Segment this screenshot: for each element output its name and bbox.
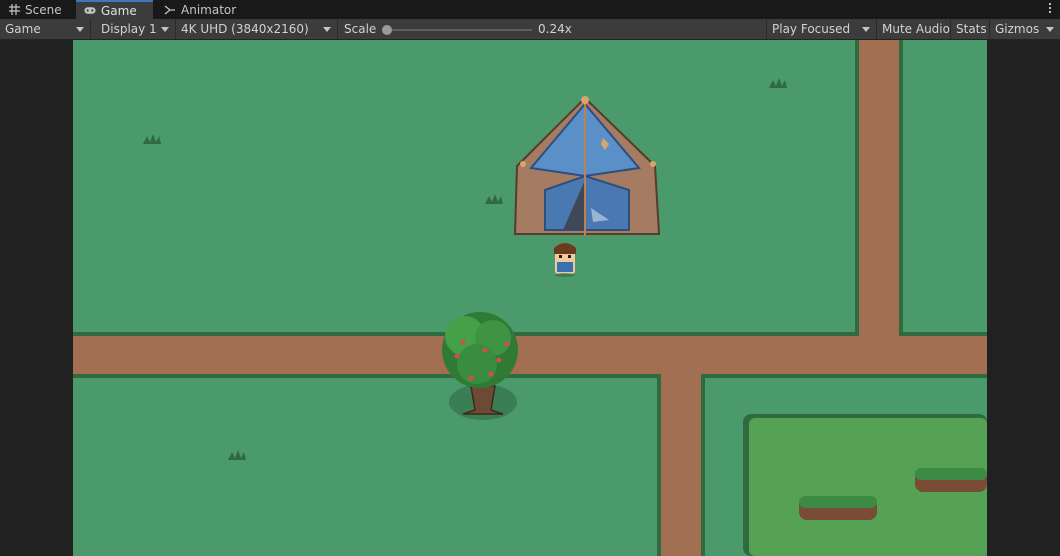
apple-tree-sprite [442, 312, 518, 420]
mute-audio-toggle[interactable]: Mute Audio [877, 19, 951, 39]
scale-label: Scale [339, 19, 387, 39]
game-scene [73, 40, 987, 556]
editor-tab-bar: Scene Game Animator [0, 0, 1060, 19]
chevron-down-icon [862, 27, 870, 32]
tab-animator[interactable]: Animator [156, 0, 240, 19]
play-focused-label: Play Focused [772, 22, 851, 36]
stats-toggle[interactable]: Stats [951, 19, 990, 39]
scale-label-text: Scale [344, 22, 377, 36]
grass-plateau [743, 414, 987, 556]
gizmos-label: Gizmos [995, 22, 1040, 36]
chevron-down-icon [76, 27, 84, 32]
play-focused-dropdown[interactable]: Play Focused [766, 19, 877, 39]
letterbox-right [987, 40, 1060, 556]
chevron-down-icon [323, 27, 331, 32]
resolution-label: 4K UHD (3840x2160) [181, 22, 309, 36]
tab-scene[interactable]: Scene [0, 0, 76, 19]
scale-value: 0.24x [533, 19, 585, 39]
scale-value-text: 0.24x [538, 22, 572, 36]
animator-icon [164, 4, 176, 16]
display-label: Display 1 [101, 22, 157, 36]
tab-animator-label: Animator [181, 2, 237, 17]
player-character [554, 243, 576, 277]
mute-audio-label: Mute Audio [882, 22, 950, 36]
letterbox-left [0, 40, 73, 556]
view-mode-dropdown[interactable]: Game [0, 19, 91, 39]
display-dropdown[interactable]: Display 1 [96, 19, 176, 39]
chevron-down-icon [1046, 27, 1054, 32]
tab-game-label: Game [101, 3, 137, 18]
tab-scene-label: Scene [25, 2, 62, 17]
gizmos-dropdown[interactable]: Gizmos [990, 19, 1060, 39]
resolution-dropdown[interactable]: 4K UHD (3840x2160) [176, 19, 338, 39]
view-mode-label: Game [5, 22, 41, 36]
scale-slider-handle[interactable] [382, 25, 392, 35]
more-options-icon[interactable] [1048, 3, 1052, 16]
gamepad-icon [84, 5, 96, 17]
tab-game[interactable]: Game [76, 0, 153, 19]
scale-slider-track[interactable] [386, 29, 532, 31]
chevron-down-icon [161, 27, 169, 32]
grid-icon [8, 4, 20, 16]
game-viewport[interactable] [73, 40, 987, 556]
stats-label: Stats [956, 22, 987, 36]
